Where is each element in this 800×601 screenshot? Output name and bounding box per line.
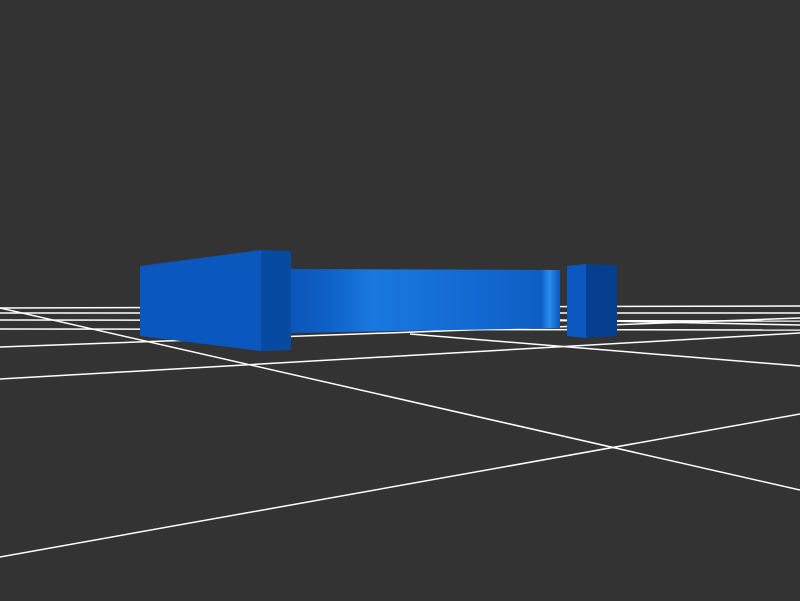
left-block-side-face [261,250,291,351]
connecting-beam [291,269,560,333]
right-block-side-face [586,264,617,338]
scene-canvas[interactable] [0,0,800,601]
right-block-front-face [567,264,586,338]
left-block-front-face [140,250,261,351]
3d-viewport[interactable] [0,0,800,601]
